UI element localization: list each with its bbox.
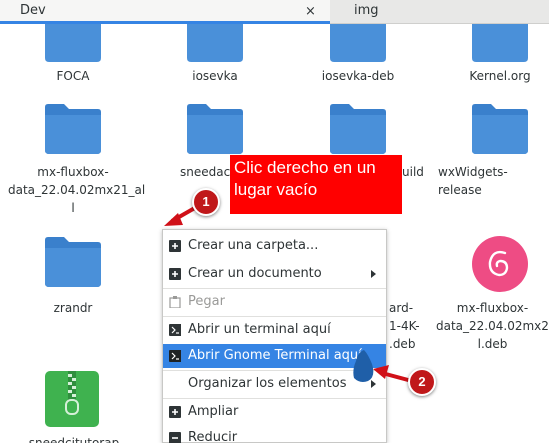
annotation-arrows [164, 203, 413, 383]
callout-line: lugar vacío [234, 180, 318, 199]
arrow-2-head [373, 365, 389, 379]
callout-line: Clic derecho en un [234, 158, 376, 177]
mouse-cursor-icon [353, 350, 374, 382]
step-badge-2: 2 [408, 368, 436, 396]
step-badge-1: 1 [192, 188, 220, 216]
annotation-callout: Clic derecho en un lugar vacío [230, 155, 402, 214]
